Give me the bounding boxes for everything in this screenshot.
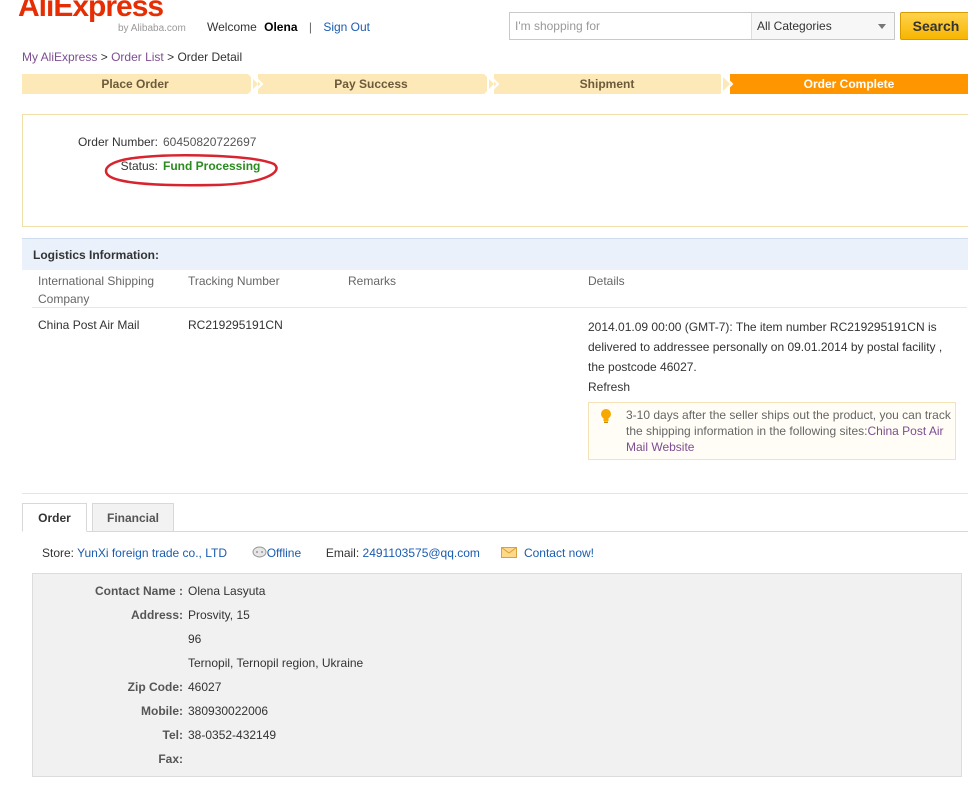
breadcrumb-separator: > bbox=[100, 50, 108, 64]
annotation-circle bbox=[104, 154, 278, 187]
email-link[interactable]: 2491103575@qq.com bbox=[363, 546, 480, 560]
address-label: Address: bbox=[130, 608, 183, 622]
header-divider bbox=[32, 307, 967, 308]
order-number: 60450820722697 bbox=[163, 135, 257, 149]
step-arrows bbox=[248, 74, 734, 94]
breadcrumb-separator: > bbox=[167, 50, 175, 64]
tracking-details: 2014.01.09 00:00 (GMT-7): The item numbe… bbox=[588, 320, 943, 374]
tab-label: Order bbox=[38, 511, 71, 525]
logo-text: AliExpress bbox=[18, 0, 164, 23]
welcome-label: Welcome bbox=[207, 20, 257, 34]
chevron-down-icon bbox=[878, 24, 886, 29]
envelope-icon bbox=[500, 547, 517, 558]
breadcrumb-current: Order Detail bbox=[177, 50, 243, 64]
column-header-tracking-number: Tracking Number bbox=[188, 274, 280, 288]
aliexpress-logo[interactable]: AliExpress by Alibaba.com bbox=[18, 0, 198, 34]
mobile-label: Mobile: bbox=[141, 704, 183, 718]
search-button[interactable]: Search bbox=[900, 12, 968, 40]
store-name-link[interactable]: YunXi foreign trade co., LTD bbox=[77, 546, 227, 560]
address-line-2: 96 bbox=[188, 632, 202, 646]
zip-code-label: Zip Code: bbox=[127, 680, 183, 694]
contact-name: Olena Lasyuta bbox=[188, 584, 266, 598]
contact-now-link[interactable]: Contact now! bbox=[524, 546, 594, 560]
user-name: Olena bbox=[264, 20, 298, 34]
address-line-3: Ternopil, Ternopil region, Ukraine bbox=[188, 656, 364, 670]
order-progress-steps: Place Order Pay Success Shipment Order C… bbox=[22, 74, 968, 94]
tip-text: 3-10 days after the seller ships out the… bbox=[626, 407, 951, 455]
store-info: Store: YunXi foreign trade co., LTD Offl… bbox=[42, 546, 594, 560]
chat-offline-icon bbox=[252, 546, 267, 558]
lightbulb-icon bbox=[601, 409, 611, 423]
shipping-company: China Post Air Mail bbox=[38, 318, 140, 332]
column-header-shipping-company: International Shipping Company bbox=[38, 274, 155, 306]
welcome-separator: | bbox=[308, 20, 312, 34]
welcome-bar: Welcome Olena | Sign Out bbox=[207, 20, 370, 34]
email-label: Email: bbox=[325, 546, 360, 560]
refresh-link[interactable]: Refresh bbox=[588, 377, 630, 397]
mobile-number: 380930022006 bbox=[188, 704, 269, 718]
offline-link[interactable]: Offline bbox=[267, 546, 301, 560]
search-input[interactable] bbox=[510, 13, 760, 39]
tel-label: Tel: bbox=[162, 728, 183, 742]
logistics-header: Logistics Information: bbox=[22, 238, 968, 270]
tracking-number: RC219295191CN bbox=[188, 318, 283, 332]
tab-financial[interactable]: Financial bbox=[92, 503, 174, 532]
category-select[interactable]: All Categories bbox=[751, 13, 894, 39]
tracking-tip-box: 3-10 days after the seller ships out the… bbox=[588, 402, 956, 460]
search-bar: All Categories bbox=[509, 12, 895, 40]
tab-label: Financial bbox=[106, 511, 159, 525]
breadcrumb-my-aliexpress[interactable]: My AliExpress bbox=[22, 50, 97, 64]
order-number-label: Order Number: bbox=[77, 135, 158, 149]
sign-out-link[interactable]: Sign Out bbox=[323, 20, 370, 34]
tab-order[interactable]: Order bbox=[22, 503, 87, 532]
contact-details-panel: Contact Name : Olena Lasyuta Address: Pr… bbox=[32, 573, 962, 777]
zip-code: 46027 bbox=[188, 680, 222, 694]
breadcrumb-order-list[interactable]: Order List bbox=[111, 50, 164, 64]
breadcrumb: My AliExpress > Order List > Order Detai… bbox=[22, 50, 242, 64]
column-header-remarks: Remarks bbox=[348, 274, 397, 288]
tel-number: 38-0352-432149 bbox=[188, 728, 277, 742]
fax-label: Fax: bbox=[158, 752, 183, 766]
logistics-table: International Shipping Company Tracking … bbox=[22, 270, 968, 494]
address-line-1: Prosvity, 15 bbox=[188, 608, 250, 622]
contact-name-label: Contact Name : bbox=[94, 584, 183, 598]
column-header-details: Details bbox=[588, 274, 625, 288]
store-label: Store: bbox=[42, 546, 75, 560]
category-select-value: All Categories bbox=[757, 19, 832, 33]
logo-subtext: by Alibaba.com bbox=[118, 23, 186, 34]
